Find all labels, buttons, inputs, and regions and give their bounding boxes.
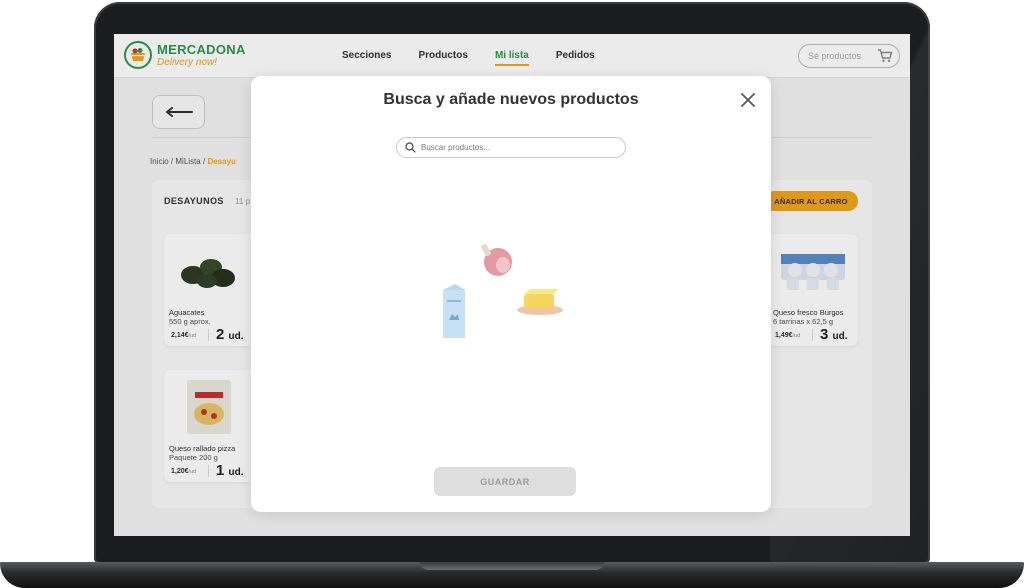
ham-icon <box>481 244 512 276</box>
product-search-field[interactable] <box>396 137 626 158</box>
groceries-illustration <box>443 244 563 338</box>
screen: MERCADONA Delivery now! Secciones Produc… <box>114 34 910 536</box>
laptop-notch <box>420 562 604 570</box>
butter-icon <box>517 289 563 315</box>
product-search-input[interactable] <box>421 143 611 152</box>
modal-title: Busca y añade nuevos productos <box>383 91 639 108</box>
milk-carton-icon <box>443 284 465 338</box>
search-icon <box>405 142 416 153</box>
close-icon[interactable] <box>739 91 757 109</box>
add-products-modal: Busca y añade nuevos productos Buscar pr… <box>251 76 771 512</box>
save-button[interactable]: GUARDAR <box>434 467 576 496</box>
